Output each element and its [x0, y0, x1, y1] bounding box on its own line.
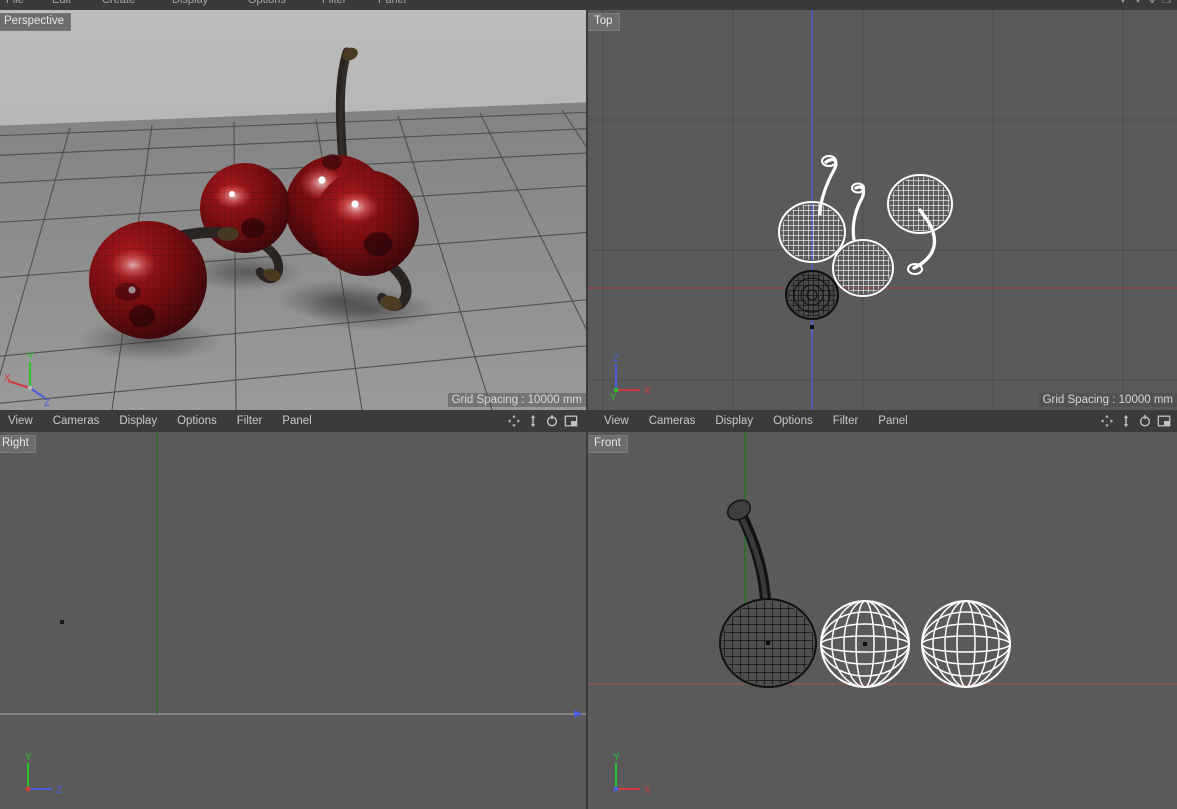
- viewport-top[interactable]: Top Grid Spacing : 10000 mm Z Y X: [588, 10, 1177, 410]
- svg-text:Z: Z: [56, 785, 62, 796]
- app-menu-item-edit[interactable]: Edit: [52, 0, 71, 6]
- maximize-viewport-icon[interactable]: [1157, 414, 1171, 428]
- orbit-rotate-icon[interactable]: [1138, 414, 1152, 428]
- move-icon[interactable]: ✥: [1148, 0, 1156, 6]
- dolly-zoom-icon[interactable]: [1119, 414, 1133, 428]
- svg-text:Y: Y: [610, 392, 617, 403]
- dolly-zoom-icon[interactable]: [526, 414, 540, 428]
- menu-view[interactable]: View: [594, 410, 639, 432]
- viewport-front[interactable]: Front Y X: [588, 432, 1177, 809]
- app-menu-item-panel[interactable]: Panel: [378, 0, 406, 6]
- app-menu-item-filter[interactable]: Filter: [322, 0, 346, 6]
- menu-options[interactable]: Options: [167, 410, 227, 432]
- viewport-perspective[interactable]: Perspective Grid Spacing : 10000 mm Y X …: [0, 10, 586, 410]
- menu-cameras[interactable]: Cameras: [639, 410, 706, 432]
- menu-filter[interactable]: Filter: [227, 410, 273, 432]
- top-wireframe-render: [588, 10, 1177, 410]
- viewport-right[interactable]: Right Y Z: [0, 432, 586, 809]
- svg-text:Y: Y: [613, 752, 620, 763]
- front-wireframe-render: [588, 432, 1177, 809]
- svg-text:Z: Z: [44, 398, 50, 406]
- menu-panel[interactable]: Panel: [868, 410, 917, 432]
- svg-text:Y: Y: [27, 351, 34, 362]
- svg-text:X: X: [644, 386, 651, 397]
- viewport-label-perspective[interactable]: Perspective: [0, 13, 72, 31]
- chevron-down-filled-icon[interactable]: ▼: [1133, 0, 1143, 6]
- menu-cameras[interactable]: Cameras: [43, 410, 110, 432]
- right-wireframe-render: [0, 432, 586, 809]
- maximize-viewport-icon[interactable]: [564, 414, 578, 428]
- viewport-label-top[interactable]: Top: [588, 13, 620, 31]
- svg-text:X: X: [4, 373, 11, 384]
- svg-text:Z: Z: [613, 353, 619, 364]
- perspective-render: [0, 10, 586, 410]
- menu-panel[interactable]: Panel: [272, 410, 321, 432]
- axis-gizmo-top: Z Y X: [602, 348, 664, 406]
- svg-text:X: X: [644, 785, 651, 796]
- app-menu-item-options[interactable]: Options: [248, 0, 286, 6]
- chevron-down-icon[interactable]: ▼: [1118, 0, 1128, 6]
- menu-display[interactable]: Display: [705, 410, 763, 432]
- axis-gizmo-right: Y Z: [14, 747, 76, 805]
- menu-options[interactable]: Options: [763, 410, 823, 432]
- pan-move-icon[interactable]: [507, 414, 521, 428]
- app-menu-item-file[interactable]: File: [6, 0, 24, 6]
- app-menu-item-create[interactable]: Create: [102, 0, 135, 6]
- application-window: File Edit Create Display Options Filter …: [0, 0, 1177, 809]
- maximize-icon[interactable]: ❐: [1162, 0, 1171, 6]
- viewport-menubar-left[interactable]: View Cameras Display Options Filter Pane…: [0, 410, 586, 432]
- menu-view[interactable]: View: [0, 410, 43, 432]
- viewport-label-front[interactable]: Front: [588, 435, 628, 453]
- grid-spacing-caption-perspective: Grid Spacing : 10000 mm: [447, 393, 586, 407]
- application-menu-bar[interactable]: File Edit Create Display Options Filter …: [0, 0, 1177, 10]
- viewport-menubar-right[interactable]: View Cameras Display Options Filter Pane…: [588, 410, 1177, 432]
- grid-spacing-caption-top: Grid Spacing : 10000 mm: [1038, 393, 1177, 407]
- axis-gizmo-front: Y X: [602, 747, 664, 805]
- axis-gizmo-perspective: Y X Z: [4, 348, 66, 406]
- viewport-label-right[interactable]: Right: [0, 435, 36, 453]
- menu-filter[interactable]: Filter: [823, 410, 869, 432]
- svg-text:Y: Y: [25, 752, 32, 763]
- orbit-rotate-icon[interactable]: [545, 414, 559, 428]
- menu-display[interactable]: Display: [109, 410, 167, 432]
- app-menu-item-display[interactable]: Display: [172, 0, 208, 6]
- pan-move-icon[interactable]: [1100, 414, 1114, 428]
